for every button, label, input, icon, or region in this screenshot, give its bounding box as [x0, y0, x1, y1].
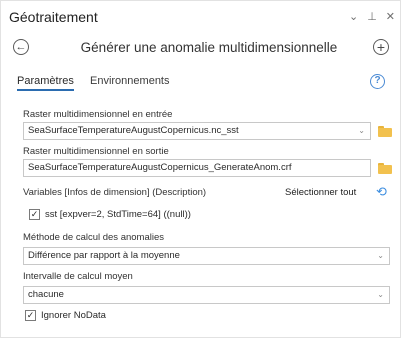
tool-tabs: Paramètres Environnements ?	[17, 74, 387, 95]
window-controls: ⌄ ⊥ ✕	[349, 10, 395, 24]
variable-checkbox[interactable]: ✓	[29, 209, 40, 220]
tool-header: ← Générer une anomalie multidimensionnel…	[11, 37, 391, 59]
browse-output-folder-icon[interactable]	[378, 163, 392, 174]
back-arrow-icon: ←	[15, 40, 27, 53]
pin-icon[interactable]: ⊥	[367, 10, 377, 24]
reset-icon[interactable]: ⟲	[376, 185, 387, 198]
add-to-favorites-button[interactable]: +	[373, 39, 389, 55]
plus-icon: +	[376, 38, 386, 55]
back-button[interactable]: ←	[13, 39, 29, 55]
input-raster-value: SeaSurfaceTemperatureAugustCopernicus.nc…	[28, 125, 239, 136]
tab-parameters[interactable]: Paramètres	[17, 75, 74, 91]
folder-body-shape	[378, 165, 392, 174]
method-label: Méthode de calcul des anomalies	[23, 232, 165, 243]
select-all-link[interactable]: Sélectionner tout	[285, 187, 356, 198]
interval-value: chacune	[28, 289, 64, 300]
browse-input-folder-icon[interactable]	[378, 126, 392, 137]
method-value: Différence par rapport à la moyenne	[28, 250, 180, 261]
method-select[interactable]: Différence par rapport à la moyenne ⌄	[23, 247, 390, 265]
input-raster-field[interactable]: SeaSurfaceTemperatureAugustCopernicus.nc…	[23, 122, 371, 140]
help-icon[interactable]: ?	[370, 74, 385, 89]
output-raster-value: SeaSurfaceTemperatureAugustCopernicus_Ge…	[28, 162, 292, 173]
variable-item-label: sst [expver=2, StdTime=64] ((null))	[45, 209, 191, 220]
ignore-nodata-label: Ignorer NoData	[41, 310, 106, 321]
input-raster-label: Raster multidimensionnel en entrée	[23, 109, 173, 120]
close-icon[interactable]: ✕	[386, 10, 395, 24]
variables-label: Variables [Infos de dimension] (Descript…	[23, 187, 207, 198]
tab-environments[interactable]: Environnements	[90, 75, 170, 87]
chevron-down-icon[interactable]: ⌄	[358, 123, 365, 139]
interval-select[interactable]: chacune ⌄	[23, 286, 390, 304]
chevron-down-icon[interactable]: ⌄	[377, 287, 384, 303]
tool-name: Générer une anomalie multidimensionnelle	[80, 40, 338, 55]
chevron-down-icon[interactable]: ⌄	[377, 248, 384, 264]
pane-titlebar: Géotraitement ⌄ ⊥ ✕	[7, 7, 397, 29]
pane-menu-icon[interactable]: ⌄	[349, 10, 358, 24]
ignore-nodata-checkbox[interactable]: ✓	[25, 310, 36, 321]
output-raster-field[interactable]: SeaSurfaceTemperatureAugustCopernicus_Ge…	[23, 159, 371, 177]
folder-body-shape	[378, 128, 392, 137]
output-raster-label: Raster multidimensionnel en sortie	[23, 146, 169, 157]
pane-title: Géotraitement	[9, 9, 98, 25]
geoprocessing-pane: Géotraitement ⌄ ⊥ ✕ ← Générer une anomal…	[0, 0, 401, 338]
interval-label: Intervalle de calcul moyen	[23, 271, 133, 282]
